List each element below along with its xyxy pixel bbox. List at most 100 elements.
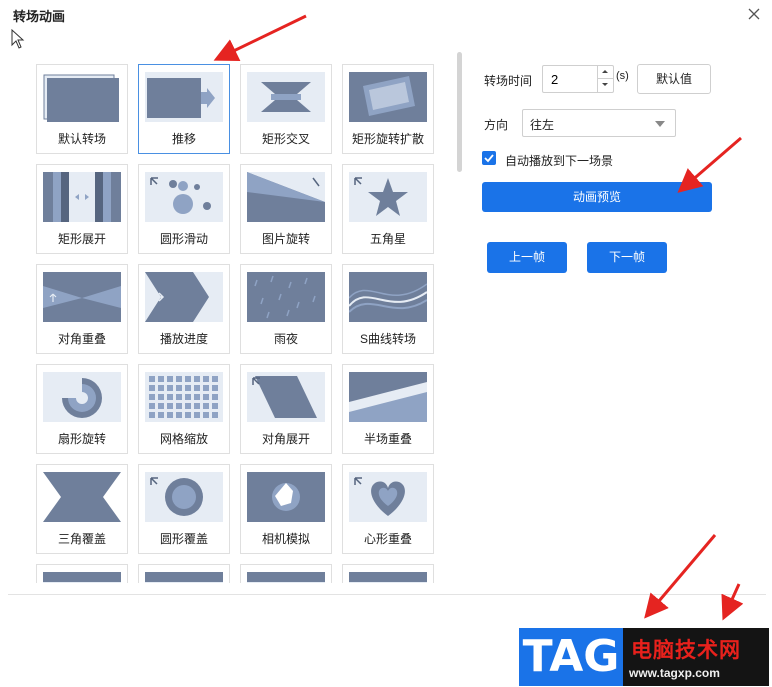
preview-button[interactable]: 动画预览 bbox=[482, 182, 712, 212]
watermark-panel: 电脑技术网 www.tagxp.com bbox=[623, 628, 769, 686]
next-frame-button[interactable]: 下一帧 bbox=[587, 242, 667, 273]
chevron-down-icon bbox=[655, 121, 665, 127]
transition-label: 圆形覆盖 bbox=[159, 532, 208, 546]
grid-zoom-icon bbox=[145, 372, 223, 422]
transition-label: 扇形旋转 bbox=[57, 432, 106, 446]
scrollbar-thumb[interactable] bbox=[457, 52, 462, 172]
footer-divider bbox=[8, 594, 766, 595]
transition-tile[interactable]: 五角星 bbox=[342, 164, 434, 254]
transition-label: 默认转场 bbox=[57, 132, 106, 146]
default-transition-icon bbox=[43, 74, 119, 122]
chevron-down-icon bbox=[602, 83, 608, 86]
direction-select[interactable]: 往左 bbox=[522, 109, 676, 137]
transition-tile[interactable]: 对角重叠 bbox=[36, 264, 128, 354]
half-overlap-icon bbox=[349, 372, 427, 422]
mouse-cursor-icon bbox=[11, 29, 25, 49]
transition-tile[interactable]: 心形重叠 bbox=[342, 464, 434, 554]
transition-label: 矩形旋转扩散 bbox=[351, 132, 424, 146]
transition-label: S曲线转场 bbox=[359, 332, 416, 346]
transition-label: 三角覆盖 bbox=[57, 532, 106, 546]
dialog-title: 转场动画 bbox=[13, 9, 66, 24]
duration-input[interactable] bbox=[551, 70, 597, 88]
transition-label: 矩形交叉 bbox=[261, 132, 310, 146]
transition-tile[interactable] bbox=[240, 564, 332, 583]
watermark-logo: TAG 电脑技术网 www.tagxp.com bbox=[519, 628, 769, 686]
transition-label: 矩形展开 bbox=[57, 232, 106, 246]
duration-label: 转场时间 bbox=[484, 74, 533, 88]
diagonal-overlap-icon bbox=[43, 272, 121, 322]
transition-label: 雨夜 bbox=[273, 332, 298, 346]
transition-tile[interactable]: 推移 bbox=[138, 64, 230, 154]
transition-label: 五角星 bbox=[369, 232, 406, 246]
transition-grid: 默认转场 推移 矩形交叉 矩形旋转扩散矩形展开 圆形滑动 图片旋转 五角星对角重叠 播放进度 雨… bbox=[30, 58, 446, 583]
transition-tile[interactable] bbox=[342, 564, 434, 583]
transition-tile[interactable]: 矩形展开 bbox=[36, 164, 128, 254]
duration-unit: (s) bbox=[616, 70, 629, 82]
transition-tile[interactable]: 圆形覆盖 bbox=[138, 464, 230, 554]
autoplay-label: 自动播放到下一场景 bbox=[505, 154, 614, 168]
transition-label: 播放进度 bbox=[159, 332, 208, 346]
heart-overlap-icon bbox=[349, 472, 427, 522]
transition-tile[interactable]: S曲线转场 bbox=[342, 264, 434, 354]
partial-tile-icon bbox=[247, 572, 325, 583]
arrow-annotation bbox=[213, 14, 307, 61]
increment-button[interactable] bbox=[597, 66, 613, 79]
transition-tile[interactable]: 扇形旋转 bbox=[36, 364, 128, 454]
transition-label: 网格缩放 bbox=[159, 432, 208, 446]
watermark-url: www.tagxp.com bbox=[629, 666, 720, 680]
transition-tile[interactable]: 半场重叠 bbox=[342, 364, 434, 454]
s-curve-icon bbox=[349, 272, 427, 322]
transition-tile[interactable]: 矩形旋转扩散 bbox=[342, 64, 434, 154]
circle-cover-icon bbox=[145, 472, 223, 522]
play-progress-icon bbox=[145, 272, 223, 322]
image-rotate-icon bbox=[247, 172, 325, 222]
transition-tile[interactable]: 圆形滑动 bbox=[138, 164, 230, 254]
transition-tile[interactable] bbox=[138, 564, 230, 583]
default-value-button[interactable]: 默认值 bbox=[637, 64, 711, 94]
transition-tile[interactable]: 网格缩放 bbox=[138, 364, 230, 454]
arrow-annotation bbox=[721, 583, 744, 621]
transition-tile[interactable]: 相机模拟 bbox=[240, 464, 332, 554]
transition-tile[interactable]: 矩形交叉 bbox=[240, 64, 332, 154]
partial-tile-icon bbox=[145, 572, 223, 583]
duration-stepper[interactable] bbox=[542, 65, 614, 93]
watermark-site-name: 电脑技术网 bbox=[631, 639, 741, 662]
transition-label: 圆形滑动 bbox=[159, 232, 208, 246]
push-icon bbox=[145, 72, 223, 122]
check-icon bbox=[484, 154, 494, 163]
transition-label: 半场重叠 bbox=[363, 432, 412, 446]
prev-frame-button[interactable]: 上一帧 bbox=[487, 242, 567, 273]
rainy-night-icon bbox=[247, 272, 325, 322]
direction-label: 方向 bbox=[484, 118, 509, 132]
circle-slide-icon bbox=[145, 172, 223, 222]
transition-tile[interactable]: 雨夜 bbox=[240, 264, 332, 354]
direction-value: 往左 bbox=[530, 118, 555, 132]
close-icon[interactable] bbox=[746, 6, 762, 22]
rect-cross-icon bbox=[247, 72, 325, 122]
transition-label: 相机模拟 bbox=[261, 532, 310, 546]
rect-rotate-spread-icon bbox=[349, 72, 427, 122]
triangle-cover-icon bbox=[43, 472, 121, 522]
transition-tile[interactable]: 播放进度 bbox=[138, 264, 230, 354]
chevron-up-icon bbox=[602, 70, 608, 73]
transition-tile[interactable]: 图片旋转 bbox=[240, 164, 332, 254]
fan-rotate-icon bbox=[43, 372, 121, 422]
autoplay-checkbox[interactable] bbox=[482, 151, 496, 165]
decrement-button[interactable] bbox=[597, 79, 613, 92]
transition-tile[interactable] bbox=[36, 564, 128, 583]
transition-label: 对角展开 bbox=[261, 432, 310, 446]
transition-label: 图片旋转 bbox=[261, 232, 310, 246]
diagonal-unfold-icon bbox=[247, 372, 325, 422]
transition-label: 对角重叠 bbox=[57, 332, 106, 346]
partial-tile-icon bbox=[349, 572, 427, 583]
transition-tile[interactable]: 默认转场 bbox=[36, 64, 128, 154]
transition-label: 推移 bbox=[171, 132, 196, 146]
watermark-tag: TAG bbox=[519, 628, 623, 686]
partial-tile-icon bbox=[43, 572, 121, 583]
rect-unfold-icon bbox=[43, 172, 121, 222]
transition-label: 心形重叠 bbox=[363, 532, 412, 546]
arrow-annotation bbox=[644, 534, 717, 619]
transition-tile[interactable]: 三角覆盖 bbox=[36, 464, 128, 554]
camera-sim-icon bbox=[247, 472, 325, 522]
transition-tile[interactable]: 对角展开 bbox=[240, 364, 332, 454]
